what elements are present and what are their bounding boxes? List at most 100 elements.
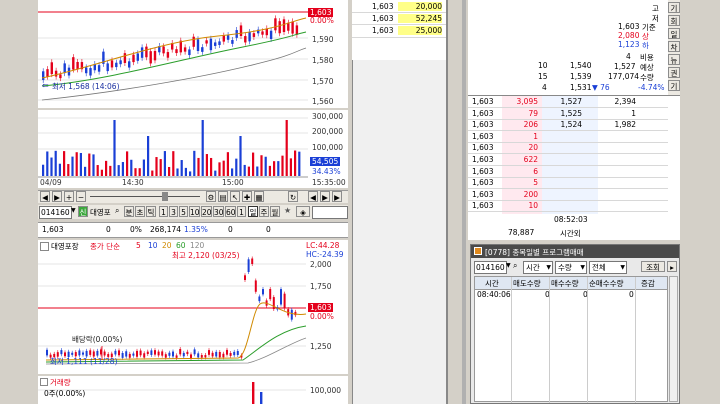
- bid-price: 1,603: [472, 143, 494, 153]
- chevron-down-icon: ▼: [620, 264, 625, 271]
- period-1-button[interactable]: 1: [159, 206, 168, 217]
- qty-select[interactable]: 수량 ▼: [555, 261, 587, 274]
- candle-body: [244, 275, 246, 280]
- candle-body: [261, 31, 264, 35]
- intraday-volume-axis: 300,000 200,000 100,000 54,505 34.43%: [308, 110, 348, 178]
- ma-legend-prefix: 종가 단순: [90, 242, 120, 251]
- side-tab[interactable]: 권: [668, 67, 680, 78]
- scroll-right-icon[interactable]: ▶: [52, 191, 62, 202]
- right-edge-scrollbar[interactable]: [682, 0, 720, 404]
- period-tick-button[interactable]: 틱: [146, 206, 156, 217]
- candle-body: [114, 350, 117, 355]
- period-3-button[interactable]: 3: [169, 206, 178, 217]
- candle-body: [119, 60, 122, 65]
- cursor-icon[interactable]: ↖: [230, 191, 240, 202]
- nav-end-icon[interactable]: ▶: [332, 191, 342, 202]
- volume-bar: [252, 152, 255, 176]
- qty-select-value: 수량: [558, 263, 572, 272]
- period-week-button[interactable]: 주: [259, 206, 269, 217]
- program-code-input[interactable]: 014160: [474, 261, 507, 274]
- period-1b-button[interactable]: 1: [237, 206, 246, 217]
- crosshair-icon[interactable]: ✚: [242, 191, 252, 202]
- period-5-button[interactable]: 5: [179, 206, 188, 217]
- volume-bar: [88, 153, 91, 176]
- print-icon[interactable]: ▤: [218, 191, 228, 202]
- ma-120-legend: 120: [190, 241, 205, 250]
- bid-price: 1,603: [472, 178, 494, 188]
- volume-bar: [277, 161, 280, 176]
- code-dropdown-icon[interactable]: ▼: [71, 207, 76, 214]
- stock-name-label: 대영포: [90, 208, 111, 217]
- side-tab[interactable]: 기: [668, 80, 680, 91]
- period-month-button[interactable]: 월: [270, 206, 280, 217]
- scroll-left-icon[interactable]: ◀: [40, 191, 50, 202]
- favorite-star-icon[interactable]: ★: [284, 206, 291, 215]
- candle-body: [179, 348, 182, 355]
- legend-box-icon: [40, 242, 49, 251]
- zoom-in-icon[interactable]: +: [64, 191, 74, 202]
- summary-label: 시간외: [560, 229, 581, 238]
- zoom-out-icon[interactable]: −: [76, 191, 86, 202]
- grid-icon[interactable]: ▦: [254, 191, 264, 202]
- period-sec-button[interactable]: 초: [135, 206, 145, 217]
- candle-body: [118, 350, 120, 356]
- candle-body: [136, 53, 139, 61]
- all-select-value: 전체: [592, 263, 606, 272]
- toolbar-input[interactable]: [312, 206, 348, 219]
- bid-price2: 1,525: [560, 108, 582, 118]
- toolbar-extra-button[interactable]: ◈: [296, 206, 310, 217]
- next-icon[interactable]: ▸: [667, 261, 677, 272]
- table-row[interactable]: 08:40:06 0 0 0: [475, 289, 667, 300]
- side-tab[interactable]: 일: [668, 28, 680, 39]
- intraday-volume-chart[interactable]: [38, 110, 348, 178]
- side-tab[interactable]: 회: [668, 15, 680, 26]
- daily-low-label: 최저 1,111 (11/28): [50, 357, 118, 366]
- scroll-thumb[interactable]: [162, 192, 168, 201]
- code-dropdown-icon[interactable]: ▼: [506, 262, 511, 269]
- code-input[interactable]: 014160: [39, 206, 72, 219]
- refresh-icon[interactable]: ↻: [288, 191, 298, 202]
- search-icon[interactable]: ⌕: [513, 261, 517, 271]
- candle-body: [103, 351, 106, 356]
- settings-icon[interactable]: ⚙: [206, 191, 216, 202]
- bid-rows: 1,603 3,095 1,527 2,394 1,603 79 1,525 1 1,603 20…: [468, 96, 668, 214]
- query-button[interactable]: 조회: [641, 261, 665, 272]
- candle-body: [211, 352, 214, 357]
- period-day-button[interactable]: 일: [248, 206, 258, 217]
- window-titlebar[interactable]: [0778] 종목일별 프로그램매매: [471, 245, 679, 258]
- candle-body: [63, 63, 66, 74]
- volume-bar: [46, 151, 49, 176]
- side-tab[interactable]: 뉴: [668, 54, 680, 65]
- search-icon[interactable]: ⌕: [115, 206, 119, 216]
- row-divider: [468, 176, 668, 178]
- ask-price: 1,539: [570, 72, 592, 81]
- program-scrollbar[interactable]: [669, 276, 678, 402]
- period-20-button[interactable]: 20: [201, 206, 212, 217]
- nav-left-icon[interactable]: ◀: [308, 191, 318, 202]
- candle-body: [183, 47, 187, 52]
- period-60-button[interactable]: 60: [225, 206, 236, 217]
- chart-scroll-bar[interactable]: ◀ ▶ + − ⚙ ▤ ↖ ✚ ▦ ↻ ◀ ▶ ▶: [38, 190, 348, 203]
- candle-body: [132, 353, 135, 356]
- candle-body: [252, 33, 256, 37]
- period-30-button[interactable]: 30: [213, 206, 224, 217]
- bid-price: 1,603: [472, 120, 494, 130]
- period-min-button[interactable]: 분: [124, 206, 134, 217]
- dividend-label: 배당락(0.00%): [72, 335, 123, 344]
- bid-price: 1,603: [472, 166, 494, 176]
- y-tick: 1,560: [312, 97, 334, 106]
- side-tab[interactable]: 차: [668, 41, 680, 52]
- candle-body: [196, 39, 200, 52]
- side-tab[interactable]: 기: [668, 2, 680, 13]
- quote-volume: 268,174: [150, 225, 182, 234]
- volume-bar: [193, 150, 196, 176]
- mode-button[interactable]: 신: [78, 206, 88, 217]
- all-select[interactable]: 전체 ▼: [589, 261, 627, 274]
- ask-price: 1,531: [570, 83, 592, 92]
- period-10-button[interactable]: 10: [189, 206, 200, 217]
- scroll-track[interactable]: [90, 196, 200, 197]
- low-arrow-icon: ⇐: [42, 81, 49, 90]
- nav-right-icon[interactable]: ▶: [320, 191, 330, 202]
- time-select[interactable]: 시간 ▼: [523, 261, 553, 274]
- quote-v1: 0: [228, 225, 233, 234]
